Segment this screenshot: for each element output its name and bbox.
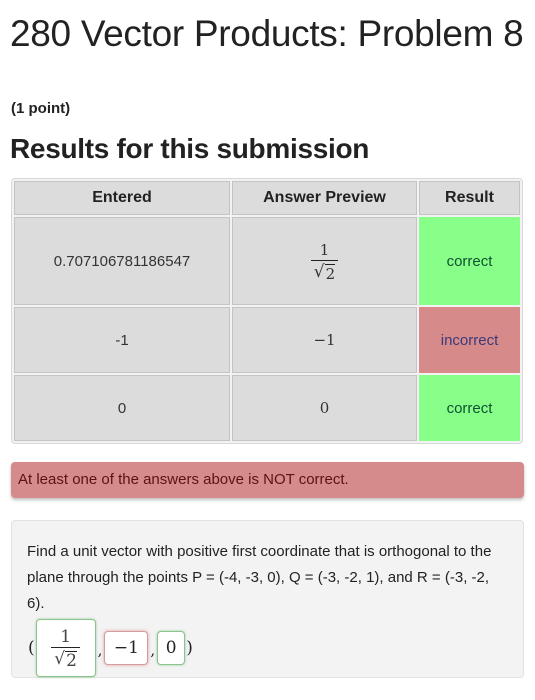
separator-comma: , [97,641,103,659]
point-value: (1 point) [11,100,71,117]
sqrt-expression: √ 2 [54,649,77,670]
answer-field-1[interactable]: 1 √ 2 [35,619,96,677]
column-header-answer-preview: Answer Preview [232,181,417,215]
radicand: 2 [324,263,336,283]
results-heading: Results for this submission [10,133,370,164]
incorrect-alert: At least one of the answers above is NOT… [11,462,524,498]
result-cell-correct: correct [419,217,520,305]
column-header-entered: Entered [14,181,230,215]
entered-cell: 0.707106781186547 [14,217,230,305]
answer-fraction: 1 √ 2 [51,627,80,670]
problem-panel: Find a unit vector with positive first c… [11,520,524,678]
separator-comma: , [150,641,156,659]
entered-cell: -1 [14,307,230,373]
fraction-denominator: √ 2 [51,646,80,670]
answer-preview-cell: 0 [232,375,417,441]
table-row: -1 −1 incorrect [14,307,520,373]
fraction-preview: 1 √ 2 [310,240,339,283]
radical-sign: √ [313,261,325,282]
problem-text: Find a unit vector with positive first c… [27,543,492,612]
radicand: 2 [65,650,77,671]
result-cell-incorrect: incorrect [419,307,520,373]
fraction-numerator: 1 [319,240,330,259]
result-cell-correct: correct [419,375,520,441]
page-title: 280 Vector Products: Problem 8 [10,13,524,54]
table-row: 0.707106781186547 1 √ 2 correct [14,217,520,305]
answer-field-3[interactable]: 0 [157,631,186,665]
column-header-result: Result [419,181,520,215]
radical-sign: √ [54,648,66,669]
entered-cell: 0 [14,375,230,441]
answer-preview-cell: 1 √ 2 [232,217,417,305]
sqrt-expression: √ 2 [313,261,336,283]
answer-field-2[interactable]: −1 [104,631,149,665]
fraction-denominator: √ 2 [310,259,339,283]
open-paren: ( [28,638,35,658]
answer-preview-cell: −1 [232,307,417,373]
results-table: Entered Answer Preview Result 0.70710678… [11,178,523,444]
table-header-row: Entered Answer Preview Result [14,181,520,215]
close-paren: ) [186,638,193,658]
fraction-numerator: 1 [60,626,72,647]
table-row: 0 0 correct [14,375,520,441]
answer-vector: ( 1 √ 2 , −1 , 0 ) [27,619,508,677]
